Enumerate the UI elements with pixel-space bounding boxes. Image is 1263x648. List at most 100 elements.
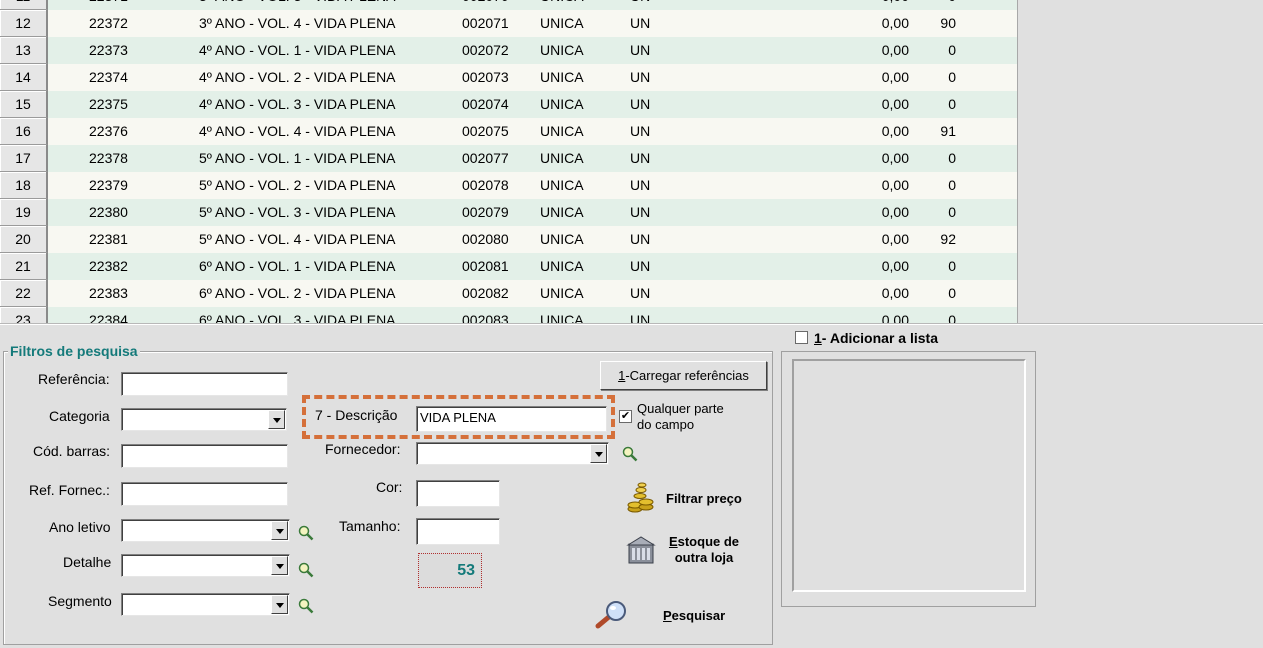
- unit-cell: UN: [630, 96, 651, 112]
- price-cell: 0,00: [881, 69, 909, 85]
- ref-fornec-input[interactable]: [121, 482, 288, 506]
- segmento-label: Segmento: [48, 593, 112, 609]
- unit-cell: UN: [630, 0, 650, 10]
- description-cell: 5º ANO - VOL. 1 - VIDA PLENA: [199, 150, 396, 166]
- cor-input[interactable]: [416, 480, 500, 507]
- row-number-cell: 12: [0, 10, 48, 37]
- table-row[interactable]: 13 22373 4º ANO - VOL. 1 - VIDA PLENA 00207…: [0, 37, 1017, 64]
- size-cell: UNICA: [540, 204, 584, 220]
- search-icon[interactable]: [622, 446, 638, 462]
- size-cell: UNICA: [540, 123, 584, 139]
- descricao-input[interactable]: VIDA PLENA: [416, 406, 607, 432]
- selected-list-box[interactable]: [792, 359, 1026, 592]
- referencia-input[interactable]: [121, 372, 288, 396]
- magnifier-icon[interactable]: [594, 600, 630, 630]
- description-cell: 3º ANO - VOL. 4 - VIDA PLENA: [199, 15, 396, 31]
- code-cell: 22383: [89, 285, 128, 301]
- reference-cell: 002078: [462, 177, 509, 193]
- table-row[interactable]: 18 22379 5º ANO - VOL. 2 - VIDA PLENA 00207…: [0, 172, 1017, 199]
- table-row[interactable]: 15 22375 4º ANO - VOL. 3 - VIDA PLENA 00207…: [0, 91, 1017, 118]
- row-number-cell: 23: [0, 307, 48, 323]
- table-row[interactable]: 19 22380 5º ANO - VOL. 3 - VIDA PLENA 00207…: [0, 199, 1017, 226]
- unit-cell: UN: [630, 69, 651, 85]
- code-cell: 22382: [89, 258, 128, 274]
- reference-cell: 002072: [462, 42, 509, 58]
- estoque-outra-loja-button[interactable]: Estoque de outra loja: [662, 534, 746, 566]
- code-cell: 22376: [89, 123, 128, 139]
- table-row[interactable]: 20 22381 5º ANO - VOL. 4 - VIDA PLENA 00208…: [0, 226, 1017, 253]
- description-cell: 6º ANO - VOL. 2 - VIDA PLENA: [199, 285, 396, 301]
- description-cell: 5º ANO - VOL. 4 - VIDA PLENA: [199, 231, 396, 247]
- search-icon[interactable]: [298, 525, 314, 541]
- table-row[interactable]: 14 22374 4º ANO - VOL. 2 - VIDA PLENA 00207…: [0, 64, 1017, 91]
- categoria-label: Categoria: [49, 408, 110, 424]
- store-icon[interactable]: [626, 535, 656, 565]
- reference-cell: 002083: [462, 312, 509, 323]
- quantity-cell: 0: [948, 204, 956, 220]
- table-row[interactable]: 16 22376 4º ANO - VOL. 4 - VIDA PLENA 00207…: [0, 118, 1017, 145]
- chevron-down-icon[interactable]: [271, 595, 288, 614]
- pesquisar-button[interactable]: Pesquisar: [663, 608, 725, 623]
- price-cell: 0,00: [881, 204, 909, 220]
- size-cell: UNICA: [540, 96, 584, 112]
- table-row[interactable]: 23 22384 6º ANO - VOL. 3 - VIDA PLENA 00208…: [0, 307, 1017, 323]
- size-cell: UNICA: [540, 285, 584, 301]
- table-row[interactable]: 11 22371 3º ANO - VOL. 3 - VIDA PLENA 00207…: [0, 0, 1017, 10]
- table-row[interactable]: 22 22383 6º ANO - VOL. 2 - VIDA PLENA 00208…: [0, 280, 1017, 307]
- price-cell: 0,00: [840, 0, 909, 10]
- quantity-cell: 0: [920, 0, 956, 10]
- row-number-cell: 17: [0, 145, 48, 172]
- fornecedor-select[interactable]: [416, 442, 609, 465]
- adicionar-lista-hotkey: 1: [814, 330, 822, 346]
- chevron-down-icon[interactable]: [271, 556, 288, 575]
- estoque-label-1: stoque de: [677, 534, 740, 549]
- detalhe-select[interactable]: [121, 554, 290, 577]
- qualquer-parte-checkbox[interactable]: ✔: [619, 410, 632, 423]
- size-cell: UNICA: [540, 177, 584, 193]
- divider: [0, 323, 1263, 325]
- code-cell: 22374: [89, 69, 128, 85]
- table-row[interactable]: 17 22378 5º ANO - VOL. 1 - VIDA PLENA 00207…: [0, 145, 1017, 172]
- description-cell: 4º ANO - VOL. 1 - VIDA PLENA: [199, 42, 396, 58]
- reference-cell: 002080: [462, 231, 509, 247]
- table-row[interactable]: 21 22382 6º ANO - VOL. 1 - VIDA PLENA 00208…: [0, 253, 1017, 280]
- chevron-down-icon[interactable]: [590, 444, 607, 463]
- table-row[interactable]: 12 22372 3º ANO - VOL. 4 - VIDA PLENA 00207…: [0, 10, 1017, 37]
- categoria-select[interactable]: [121, 408, 287, 431]
- unit-cell: UN: [630, 231, 651, 247]
- reference-cell: 002079: [462, 204, 509, 220]
- price-cell: 0,00: [881, 150, 909, 166]
- results-grid[interactable]: 11 22371 3º ANO - VOL. 3 - VIDA PLENA 00207…: [0, 0, 1018, 323]
- row-number-cell: 19: [0, 199, 48, 226]
- carregar-referencias-button[interactable]: 1-Carregar referências: [600, 361, 767, 390]
- unit-cell: UN: [630, 123, 651, 139]
- adicionar-lista-text: - Adicionar a lista: [821, 330, 938, 346]
- search-icon[interactable]: [298, 562, 314, 578]
- segmento-select[interactable]: [121, 593, 290, 616]
- tamanho-input[interactable]: [416, 518, 500, 545]
- search-icon[interactable]: [298, 598, 314, 614]
- price-cell: 0,00: [881, 123, 909, 139]
- row-number-cell: 11: [0, 0, 48, 10]
- description-cell: 3º ANO - VOL. 3 - VIDA PLENA: [199, 0, 396, 10]
- filters-title: Filtros de pesquisa: [8, 343, 140, 359]
- result-count: 53: [418, 553, 482, 588]
- quantity-cell: 91: [940, 123, 956, 139]
- filtrar-preco-button[interactable]: Filtrar preço: [666, 491, 742, 506]
- ano-letivo-select[interactable]: [121, 519, 290, 542]
- price-cell: 0,00: [881, 42, 909, 58]
- code-cell: 22371: [89, 0, 128, 10]
- chevron-down-icon[interactable]: [268, 410, 285, 429]
- chevron-down-icon[interactable]: [271, 521, 288, 540]
- adicionar-lista-checkbox[interactable]: [795, 331, 808, 344]
- code-cell: 22372: [89, 15, 128, 31]
- unit-cell: UN: [630, 42, 651, 58]
- reference-cell: 002081: [462, 258, 509, 274]
- row-number-cell: 21: [0, 253, 48, 280]
- coins-icon[interactable]: [626, 482, 656, 514]
- tamanho-label: Tamanho:: [339, 518, 401, 534]
- code-cell: 22373: [89, 42, 128, 58]
- quantity-cell: 92: [940, 231, 956, 247]
- cod-barras-input[interactable]: [121, 444, 288, 468]
- quantity-cell: 0: [948, 312, 956, 323]
